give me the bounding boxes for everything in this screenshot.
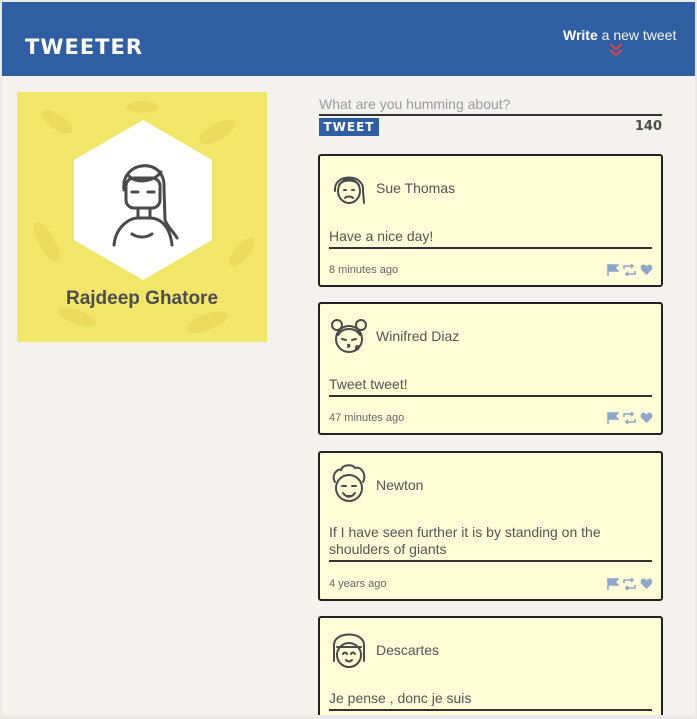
tweet-card: Descartes Je pense , donc je suis [318, 616, 663, 715]
tweet-author[interactable]: Newton [376, 477, 423, 493]
curly-man-avatar [332, 464, 366, 502]
bob-hair-avatar [333, 633, 365, 668]
retweet-icon[interactable] [623, 578, 636, 590]
tweet-text: Je pense , donc je suis [329, 690, 652, 711]
page: TWEETER Write a new tweet Rajdeep Ghator… [2, 2, 695, 715]
profile-card: Rajdeep Ghatore [17, 92, 267, 342]
brand-logo[interactable]: TWEETER [25, 35, 143, 59]
tweet-text: Tweet tweet! [329, 376, 652, 397]
tweet-timestamp: 47 minutes ago [329, 412, 405, 424]
girl-kiss-avatar [331, 319, 367, 353]
tweet-author[interactable]: Sue Thomas [376, 180, 455, 196]
tweet-actions [607, 412, 653, 424]
profile-avatar [74, 120, 212, 280]
tweet-card: Winifred Diaz Tweet tweet! 47 minutes ag… [318, 302, 663, 435]
heart-icon[interactable] [640, 578, 653, 590]
tweet-author[interactable]: Winifred Diaz [376, 328, 459, 344]
tweet-actions [607, 264, 653, 276]
heart-icon[interactable] [640, 412, 653, 424]
character-counter: 140 [634, 119, 662, 134]
heart-icon[interactable] [640, 264, 653, 276]
navbar: TWEETER Write a new tweet [2, 2, 695, 76]
tweet-timestamp: 4 years ago [329, 578, 387, 590]
profile-name: Rajdeep Ghatore [65, 288, 219, 309]
tweet-input[interactable] [319, 94, 662, 116]
tweet-button[interactable]: TWEET [319, 118, 379, 136]
compose-label-bold: Write [563, 27, 598, 43]
write-new-tweet-toggle[interactable]: Write a new tweet [560, 24, 680, 64]
retweet-icon[interactable] [623, 412, 636, 424]
write-new-tweet-label[interactable]: Write a new tweet [563, 27, 676, 43]
tweet-card: Newton If I have seen further it is by s… [318, 451, 663, 601]
chevron-down-icon[interactable] [608, 42, 624, 58]
tweet-card: Sue Thomas Have a nice day! 8 minutes ag… [318, 154, 663, 287]
retweet-icon[interactable] [623, 264, 636, 276]
flag-icon[interactable] [607, 264, 619, 276]
woman-frown-avatar [333, 176, 365, 204]
tweet-text: Have a nice day! [329, 228, 652, 249]
tweet-text: If I have seen further it is by standing… [329, 524, 652, 562]
flag-icon[interactable] [607, 412, 619, 424]
compose-label-rest: a new tweet [601, 27, 677, 43]
tweet-timestamp: 8 minutes ago [329, 264, 399, 276]
flag-icon[interactable] [607, 578, 619, 590]
tweet-author[interactable]: Descartes [376, 642, 439, 658]
tweet-actions [607, 578, 653, 590]
